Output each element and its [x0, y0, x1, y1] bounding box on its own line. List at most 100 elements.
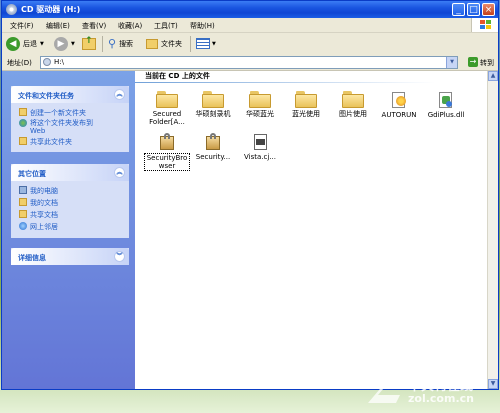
- chevron-down-icon: ▼: [71, 40, 75, 47]
- app-icon: [204, 133, 222, 151]
- folder-icon: [202, 91, 224, 108]
- task-new-folder[interactable]: 创建一个新文件夹: [19, 108, 86, 118]
- file-item[interactable]: 华硕刻录机: [190, 91, 236, 118]
- windows-logo-icon: [471, 18, 498, 32]
- dll-file-icon: [437, 91, 455, 109]
- file-item[interactable]: SecurityBro wser: [144, 133, 190, 171]
- place-shared-documents[interactable]: 共享文档: [19, 210, 58, 220]
- menu-tools[interactable]: 工具(T): [154, 21, 178, 31]
- zol-watermark: 中关村在线 zol.com.cn: [366, 363, 498, 409]
- documents-folder-icon: [19, 198, 27, 206]
- file-tasks-panel: 文件和文件夹任务 ︽ 创建一个新文件夹 将这个文件夹发布到 Web 共享此文件夹: [11, 86, 129, 152]
- back-label: 后退: [23, 39, 37, 48]
- collapse-icon[interactable]: ︽: [114, 89, 125, 100]
- share-folder-icon: [19, 137, 27, 145]
- globe-icon: [19, 119, 27, 127]
- up-button[interactable]: ↑: [82, 36, 96, 51]
- title-bar[interactable]: CD 驱动器 (H:) _ □ ×: [2, 1, 498, 18]
- file-name: AUTORUN: [381, 111, 417, 119]
- back-button[interactable]: ◀ 后退 ▼: [6, 36, 44, 51]
- document-icon: [251, 133, 269, 151]
- zol-logo-icon: [368, 369, 400, 403]
- place-my-computer[interactable]: 我的电脑: [19, 186, 58, 196]
- file-tasks-header[interactable]: 文件和文件夹任务 ︽: [11, 86, 129, 103]
- close-button[interactable]: ×: [482, 3, 495, 16]
- folders-button[interactable]: 文件夹: [146, 36, 182, 51]
- standard-toolbar: ◀ 后退 ▼ ▶ ▼ ↑ ⚲ 搜索 文件夹 ▼: [2, 33, 498, 56]
- go-button[interactable]: 转到: [480, 58, 494, 68]
- watermark-url: zol.com.cn: [408, 392, 474, 405]
- folder-icon: [295, 91, 317, 108]
- details-header[interactable]: 详细信息 ︾: [11, 248, 129, 265]
- window-title: CD 驱动器 (H:): [21, 5, 81, 14]
- file-item[interactable]: 图片使用: [330, 91, 376, 118]
- folder-icon: [342, 91, 364, 108]
- app-icon: [158, 133, 176, 151]
- task-publish-web[interactable]: 将这个文件夹发布到 Web: [19, 119, 93, 135]
- shared-folder-icon: [19, 210, 27, 218]
- place-network[interactable]: 网上邻居: [19, 222, 58, 232]
- file-item[interactable]: GdiPlus.dll: [423, 91, 469, 119]
- place-my-documents-label: 我的文档: [30, 199, 58, 207]
- folder-up-icon: ↑: [82, 36, 96, 50]
- go-arrow-icon[interactable]: →: [468, 57, 478, 67]
- content-heading: 当前在 CD 上的文件: [145, 72, 210, 80]
- autorun-icon: [390, 91, 408, 109]
- file-item[interactable]: Vista.cj...: [237, 133, 283, 161]
- forward-button[interactable]: ▶ ▼: [54, 36, 75, 51]
- other-places-header[interactable]: 其它位置 ︽: [11, 164, 129, 181]
- menu-file[interactable]: 文件(F): [10, 21, 34, 31]
- file-item[interactable]: Secured Folder[A...: [144, 91, 190, 126]
- search-icon: ⚲: [108, 37, 117, 50]
- task-pane: 文件和文件夹任务 ︽ 创建一个新文件夹 将这个文件夹发布到 Web 共享此文件夹…: [2, 71, 135, 389]
- maximize-button[interactable]: □: [467, 3, 480, 16]
- address-label: 地址(D): [7, 59, 32, 67]
- file-name: GdiPlus.dll: [427, 111, 465, 119]
- menu-view[interactable]: 查看(V): [82, 21, 106, 31]
- place-my-documents[interactable]: 我的文档: [19, 198, 58, 208]
- address-bar: 地址(D) H:\ ▼ → 转到: [2, 55, 498, 71]
- forward-arrow-icon: ▶: [54, 36, 68, 51]
- views-button[interactable]: ▼: [196, 36, 216, 51]
- address-dropdown-icon[interactable]: ▼: [446, 57, 457, 68]
- explorer-window: CD 驱动器 (H:) _ □ × 文件(F) 编辑(E) 查看(V) 收藏(A…: [1, 0, 499, 390]
- expand-icon[interactable]: ︾: [114, 251, 125, 262]
- folder-icon: [146, 38, 158, 49]
- file-item[interactable]: AUTORUN: [376, 91, 422, 119]
- new-folder-icon: [19, 108, 27, 116]
- vertical-scrollbar[interactable]: ▲ ▼: [487, 71, 498, 389]
- collapse-icon[interactable]: ︽: [114, 167, 125, 178]
- minimize-button[interactable]: _: [452, 3, 465, 16]
- heading-divider: [135, 82, 435, 83]
- details-panel: 详细信息 ︾: [11, 248, 129, 265]
- search-button[interactable]: ⚲ 搜索: [108, 36, 133, 51]
- toolbar-separator: [190, 36, 191, 52]
- menu-bar: 文件(F) 编辑(E) 查看(V) 收藏(A) 工具(T) 帮助(H): [2, 18, 498, 33]
- place-my-computer-label: 我的电脑: [30, 187, 58, 195]
- task-share-folder[interactable]: 共享此文件夹: [19, 137, 72, 147]
- menu-edit[interactable]: 编辑(E): [46, 21, 70, 31]
- file-name: Security...: [195, 153, 231, 161]
- file-item[interactable]: Security...: [190, 133, 236, 161]
- details-title: 详细信息: [18, 254, 46, 262]
- file-item[interactable]: 华硕蓝光: [237, 91, 283, 118]
- computer-icon: [19, 186, 27, 194]
- file-name: 蓝光使用: [292, 110, 320, 118]
- toolbar-separator: [102, 36, 103, 52]
- network-icon: [19, 222, 27, 230]
- folder-icon: [249, 91, 271, 108]
- file-name: 华硕刻录机: [195, 110, 231, 118]
- menu-help[interactable]: 帮助(H): [190, 21, 215, 31]
- file-item[interactable]: 蓝光使用: [283, 91, 329, 118]
- back-arrow-icon: ◀: [6, 36, 20, 51]
- file-name: SecurityBro wser: [144, 153, 190, 171]
- place-network-label: 网上邻居: [30, 223, 58, 231]
- chevron-down-icon: ▼: [40, 40, 44, 47]
- file-name: 华硕蓝光: [246, 110, 274, 118]
- address-input[interactable]: H:\ ▼: [40, 56, 458, 69]
- search-label: 搜索: [119, 39, 134, 48]
- other-places-title: 其它位置: [18, 170, 46, 178]
- cd-drive-icon: [43, 58, 51, 66]
- menu-favorites[interactable]: 收藏(A): [118, 21, 142, 31]
- scroll-up-icon[interactable]: ▲: [488, 71, 498, 81]
